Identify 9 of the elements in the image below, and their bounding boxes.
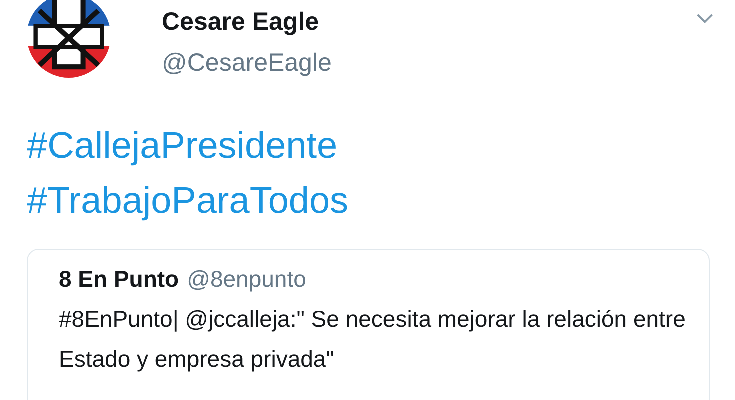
quoted-tweet-text: #8EnPunto| @jccalleja:" Se necesita mejorar la relación entre Estado y empresa privada" (59, 305, 687, 374)
quoted-author-name: 8 En Punto (59, 266, 180, 293)
author-name[interactable]: Cesare Eagle (162, 6, 332, 38)
hashtag-link[interactable]: #TrabajoParaTodos (27, 173, 349, 228)
quoted-author-handle: @8enpunto (187, 266, 306, 293)
author-handle[interactable]: @CesareEagle (162, 46, 332, 80)
quoted-tweet-card[interactable]: 8 En Punto @8enpunto #8EnPunto| @jccalleja:" Se necesita mejorar la relación entre Estado y empresa privada" (27, 249, 710, 400)
hashtag-link[interactable]: #CallejaPresidente (27, 118, 338, 173)
chevron-down-icon[interactable] (696, 13, 714, 24)
